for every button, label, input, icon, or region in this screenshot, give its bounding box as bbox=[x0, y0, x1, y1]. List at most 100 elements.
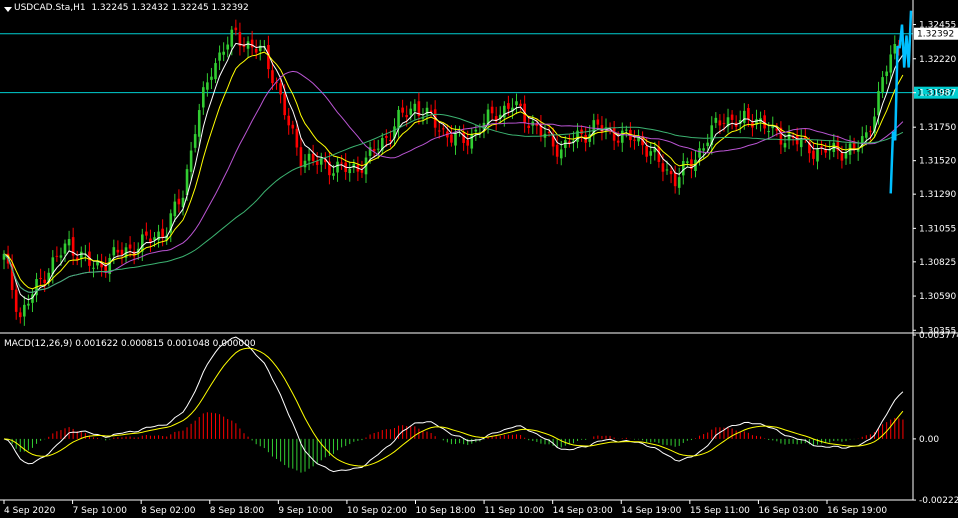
candle-body bbox=[742, 110, 746, 123]
candle-body bbox=[206, 82, 209, 90]
chart-canvas[interactable]: 1.323921.31987 1.324551.322201.319871.31… bbox=[0, 0, 958, 518]
candle-body bbox=[413, 103, 417, 112]
candle-body bbox=[405, 115, 408, 118]
candle-body bbox=[202, 87, 205, 108]
candle-body bbox=[299, 147, 303, 168]
candle-body bbox=[507, 103, 510, 109]
candle-body bbox=[612, 127, 616, 141]
candle-body bbox=[840, 152, 844, 161]
candle-body bbox=[376, 148, 380, 150]
candle-body bbox=[197, 110, 201, 137]
candle-body bbox=[295, 128, 299, 148]
candle-body bbox=[303, 160, 307, 168]
candle-body bbox=[881, 77, 884, 93]
candle-body bbox=[271, 70, 274, 84]
candle-body bbox=[291, 124, 295, 129]
candle-body bbox=[307, 153, 311, 161]
candle-body bbox=[869, 130, 872, 132]
candle-body bbox=[429, 110, 433, 113]
candle-body bbox=[645, 146, 648, 157]
candle-body bbox=[39, 277, 42, 279]
candle-body bbox=[620, 130, 624, 143]
candle-body bbox=[441, 128, 445, 130]
candle-body bbox=[596, 119, 600, 125]
x-tick-label: 7 Sep 10:00 bbox=[73, 506, 128, 516]
candle-body bbox=[311, 153, 315, 161]
symbol-title: USDCAD.Sta,H1 bbox=[14, 3, 86, 13]
price-badge-label: 1.32392 bbox=[917, 30, 954, 40]
candle-body bbox=[698, 148, 701, 158]
candle-body bbox=[389, 139, 392, 141]
candle-body bbox=[218, 52, 221, 61]
candle-body bbox=[397, 109, 400, 129]
candle-body bbox=[681, 161, 685, 176]
candle-body bbox=[222, 51, 225, 55]
chart-header: USDCAD.Sta,H1 1.32245 1.32432 1.32245 1.… bbox=[14, 3, 249, 13]
candle-body bbox=[515, 101, 518, 106]
x-tick-label: 4 Sep 2020 bbox=[4, 506, 56, 516]
candle-body bbox=[665, 169, 669, 171]
candle-body bbox=[116, 249, 120, 253]
x-tick-label: 8 Sep 02:00 bbox=[141, 506, 196, 516]
candle-body bbox=[633, 139, 636, 141]
candle-body bbox=[718, 120, 722, 126]
candle-body bbox=[767, 131, 771, 133]
candle-body bbox=[669, 170, 673, 175]
candle-body bbox=[246, 41, 250, 49]
candle-body bbox=[226, 44, 230, 50]
candle-body bbox=[173, 201, 177, 217]
candle-body bbox=[677, 177, 681, 188]
candle-body bbox=[234, 27, 238, 31]
candle-body bbox=[132, 251, 136, 257]
candle-body bbox=[128, 244, 132, 249]
candle-body bbox=[625, 129, 628, 131]
y-tick-label: 1.31987 bbox=[919, 89, 956, 99]
x-tick-label: 10 Sep 02:00 bbox=[347, 506, 407, 516]
candle-body bbox=[112, 247, 116, 256]
candle-body bbox=[649, 151, 653, 156]
candle-body bbox=[714, 117, 718, 123]
candle-body bbox=[885, 71, 888, 76]
candle-body bbox=[210, 76, 213, 80]
candle-body bbox=[254, 48, 258, 53]
candle-body bbox=[230, 29, 234, 47]
x-tick-label: 14 Sep 03:00 bbox=[553, 506, 613, 516]
y-tick-label: 1.31290 bbox=[919, 190, 956, 200]
candle-body bbox=[177, 198, 181, 205]
candle-body bbox=[686, 161, 689, 163]
macd-y-tick-label: 0.00 bbox=[919, 435, 939, 445]
chart-menu-triangle-icon[interactable] bbox=[4, 7, 12, 12]
candle-body bbox=[214, 63, 217, 80]
candle-body bbox=[783, 143, 787, 148]
candle-body bbox=[18, 312, 22, 318]
candle-body bbox=[730, 114, 734, 120]
candle-body bbox=[315, 161, 319, 165]
candle-body bbox=[555, 144, 559, 157]
candle-body bbox=[527, 125, 531, 128]
candle-body bbox=[43, 279, 46, 284]
candle-body bbox=[14, 289, 18, 312]
macd-y-tick-label: 0.003774 bbox=[919, 331, 958, 341]
candle-body bbox=[865, 132, 868, 138]
candle-body bbox=[336, 161, 339, 173]
candle-body bbox=[844, 152, 848, 159]
candle-body bbox=[547, 131, 551, 133]
candle-body bbox=[279, 83, 282, 95]
candle-body bbox=[490, 106, 494, 114]
candle-body bbox=[893, 44, 897, 54]
x-tick-label: 10 Sep 18:00 bbox=[416, 506, 476, 516]
candle-body bbox=[63, 243, 67, 254]
x-tick-label: 16 Sep 03:00 bbox=[758, 506, 818, 516]
candle-body bbox=[283, 93, 286, 116]
candle-body bbox=[673, 172, 677, 187]
candle-body bbox=[616, 140, 620, 143]
candle-body bbox=[287, 115, 291, 126]
candle-body bbox=[877, 91, 880, 116]
candle-body bbox=[702, 148, 705, 151]
y-tick-label: 1.31520 bbox=[919, 157, 956, 167]
candle-body bbox=[722, 122, 726, 124]
candle-body bbox=[661, 163, 665, 172]
candle-body bbox=[706, 142, 709, 146]
ohlc-values: 1.32245 1.32432 1.32245 1.32392 bbox=[91, 3, 249, 13]
candle-body bbox=[189, 150, 193, 172]
